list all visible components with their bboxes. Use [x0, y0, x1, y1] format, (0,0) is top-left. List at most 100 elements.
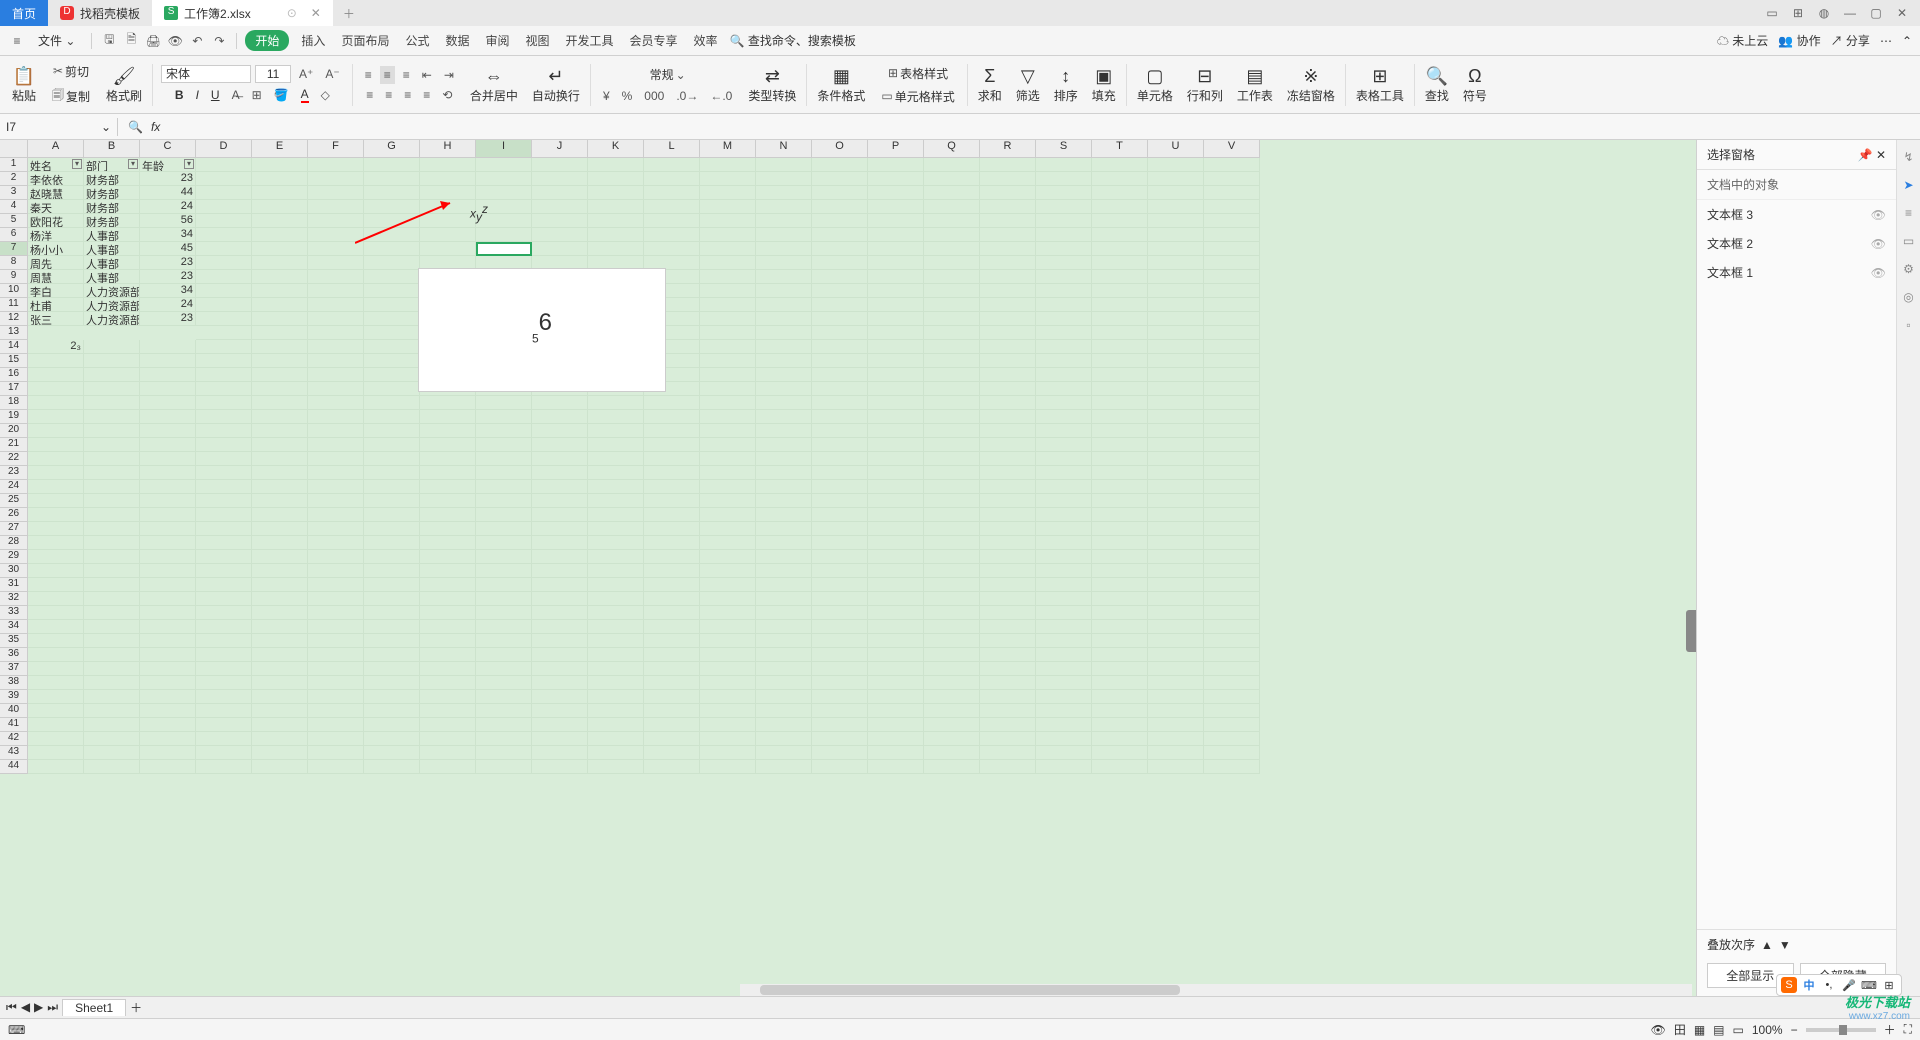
cell[interactable]: [1036, 214, 1092, 228]
col-header[interactable]: K: [588, 140, 644, 158]
row-header[interactable]: 41: [0, 718, 28, 732]
cell[interactable]: [252, 732, 308, 746]
row-header[interactable]: 11: [0, 298, 28, 312]
cell[interactable]: [980, 214, 1036, 228]
symbol-button[interactable]: Ω符号: [1457, 63, 1493, 106]
cell[interactable]: [1092, 452, 1148, 466]
cell[interactable]: [252, 550, 308, 564]
cell[interactable]: [1148, 270, 1204, 284]
cell[interactable]: [868, 298, 924, 312]
cell[interactable]: [1036, 410, 1092, 424]
cell[interactable]: [980, 410, 1036, 424]
cell[interactable]: [1092, 340, 1148, 354]
row-header[interactable]: 15: [0, 354, 28, 368]
cell[interactable]: [588, 634, 644, 648]
cell[interactable]: [588, 536, 644, 550]
cell[interactable]: [756, 592, 812, 606]
cell[interactable]: [364, 326, 420, 340]
cell[interactable]: [476, 522, 532, 536]
percent-icon[interactable]: %: [618, 87, 637, 105]
saveas-icon[interactable]: 🗎: [122, 32, 140, 50]
cell[interactable]: [644, 424, 700, 438]
cell[interactable]: [28, 536, 84, 550]
cell[interactable]: [868, 158, 924, 172]
cell[interactable]: [476, 620, 532, 634]
cell[interactable]: [252, 242, 308, 256]
row-header[interactable]: 28: [0, 536, 28, 550]
row-header[interactable]: 20: [0, 424, 28, 438]
ime-mic-icon[interactable]: 🎤: [1841, 977, 1857, 993]
cell[interactable]: [1092, 410, 1148, 424]
cell[interactable]: [812, 690, 868, 704]
cell[interactable]: [420, 172, 476, 186]
cell[interactable]: [868, 690, 924, 704]
cell[interactable]: [28, 480, 84, 494]
cell[interactable]: [588, 186, 644, 200]
cell[interactable]: [308, 284, 364, 298]
cell[interactable]: [700, 200, 756, 214]
cell[interactable]: [532, 228, 588, 242]
cell[interactable]: [196, 746, 252, 760]
cell[interactable]: [644, 564, 700, 578]
cell[interactable]: [1092, 438, 1148, 452]
menu-审阅[interactable]: 审阅: [477, 32, 517, 49]
cell[interactable]: [1204, 690, 1260, 704]
col-header[interactable]: H: [420, 140, 476, 158]
cell[interactable]: [1036, 228, 1092, 242]
cell[interactable]: [196, 550, 252, 564]
cell[interactable]: [28, 718, 84, 732]
type-convert-button[interactable]: ⇄类型转换: [742, 63, 802, 106]
cell[interactable]: [700, 592, 756, 606]
cell[interactable]: [252, 620, 308, 634]
cell[interactable]: [1204, 452, 1260, 466]
cell[interactable]: [700, 648, 756, 662]
cell[interactable]: [1148, 298, 1204, 312]
side-grip[interactable]: [1686, 610, 1696, 652]
cell[interactable]: [588, 550, 644, 564]
cell[interactable]: [1204, 396, 1260, 410]
tab-add[interactable]: ＋: [333, 0, 365, 26]
cell[interactable]: [84, 396, 140, 410]
cell[interactable]: [308, 606, 364, 620]
cell[interactable]: [1036, 256, 1092, 270]
cell[interactable]: [1204, 704, 1260, 718]
view-reader-icon[interactable]: ▭: [1733, 1023, 1744, 1037]
cell[interactable]: [756, 298, 812, 312]
cell[interactable]: [252, 704, 308, 718]
cell[interactable]: [532, 508, 588, 522]
cell[interactable]: [252, 564, 308, 578]
cell[interactable]: [1092, 480, 1148, 494]
cell[interactable]: [700, 732, 756, 746]
cell[interactable]: [140, 718, 196, 732]
cell[interactable]: [588, 466, 644, 480]
fx-label[interactable]: fx: [151, 120, 160, 134]
cell[interactable]: [252, 410, 308, 424]
cell[interactable]: [1204, 746, 1260, 760]
cell[interactable]: [1036, 760, 1092, 774]
cell[interactable]: [924, 256, 980, 270]
orientation-icon[interactable]: ⟲: [438, 86, 456, 104]
sort-button[interactable]: ↕排序: [1048, 63, 1084, 106]
table-tool-button[interactable]: ⊞表格工具: [1350, 63, 1410, 106]
cell[interactable]: [924, 410, 980, 424]
cell[interactable]: [756, 522, 812, 536]
cell[interactable]: [1036, 606, 1092, 620]
col-header[interactable]: R: [980, 140, 1036, 158]
cell[interactable]: [756, 326, 812, 340]
cell[interactable]: [308, 256, 364, 270]
cell[interactable]: [812, 648, 868, 662]
cell[interactable]: [196, 214, 252, 228]
cell[interactable]: [924, 158, 980, 172]
cell[interactable]: [756, 256, 812, 270]
cell[interactable]: [868, 704, 924, 718]
cell[interactable]: [196, 690, 252, 704]
cell[interactable]: [1148, 676, 1204, 690]
cell[interactable]: [812, 200, 868, 214]
col-header[interactable]: G: [364, 140, 420, 158]
close-icon[interactable]: ✕: [1892, 3, 1912, 23]
cell[interactable]: [532, 200, 588, 214]
cell[interactable]: [140, 760, 196, 774]
cell[interactable]: [1204, 186, 1260, 200]
cell[interactable]: [308, 480, 364, 494]
cell[interactable]: [364, 312, 420, 326]
